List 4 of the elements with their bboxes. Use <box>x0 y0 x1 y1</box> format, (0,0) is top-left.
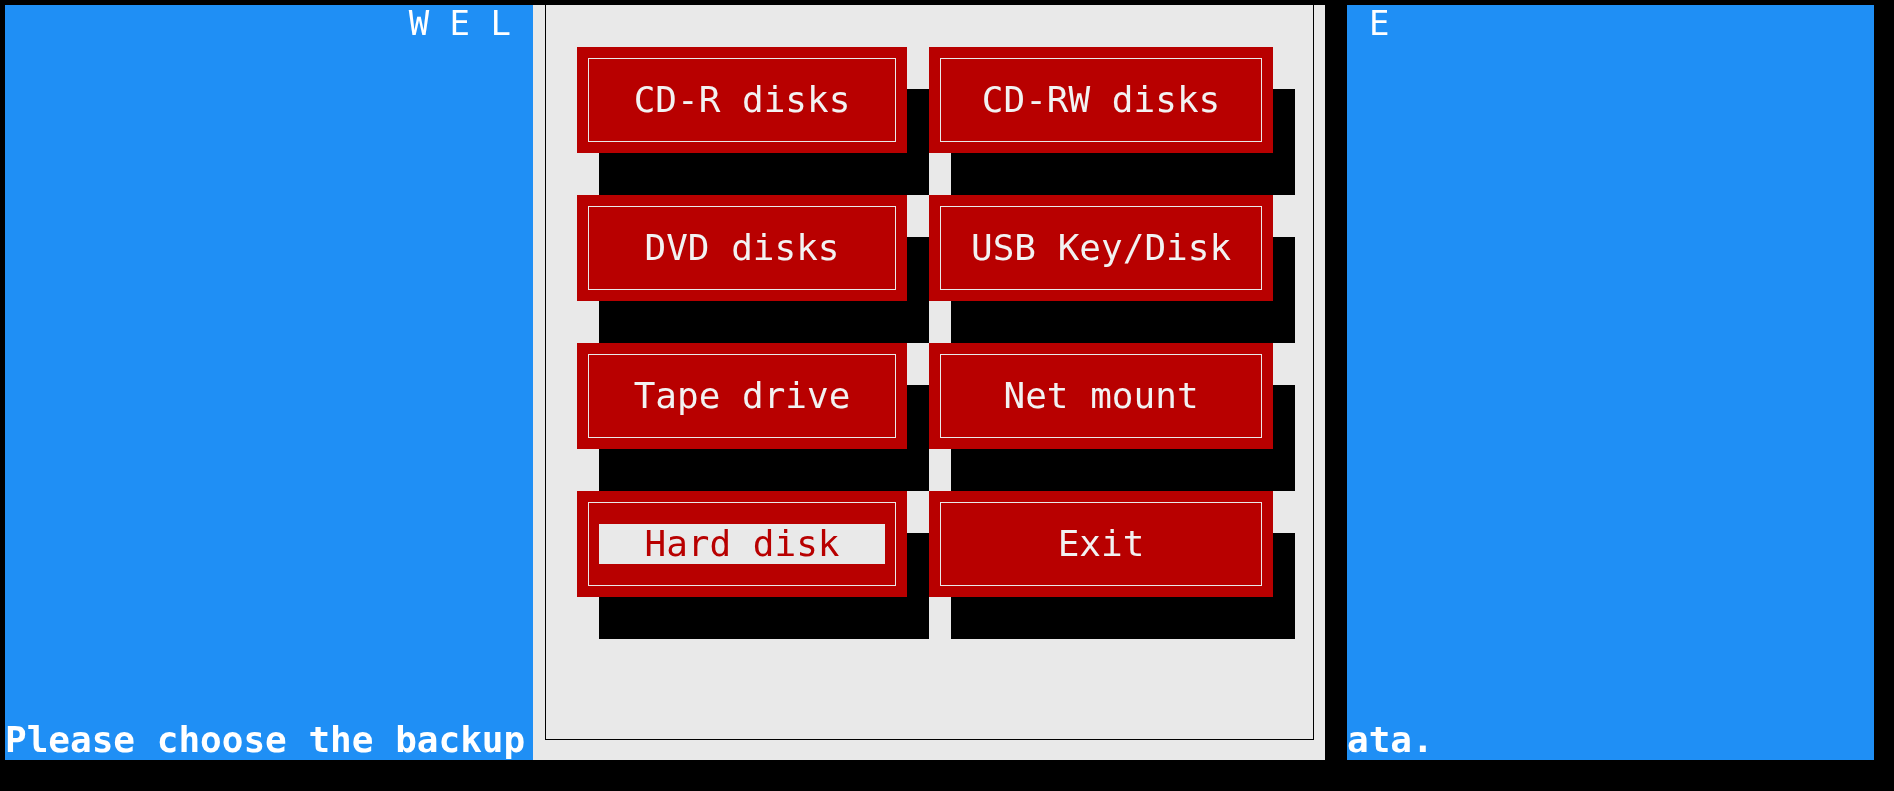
backdrop-title: E <box>1368 5 1391 41</box>
prompt-text: ata. <box>1347 720 1435 760</box>
prompt-text: Please choose the backup <box>5 720 527 760</box>
backdrop-title: W E L <box>407 5 512 41</box>
